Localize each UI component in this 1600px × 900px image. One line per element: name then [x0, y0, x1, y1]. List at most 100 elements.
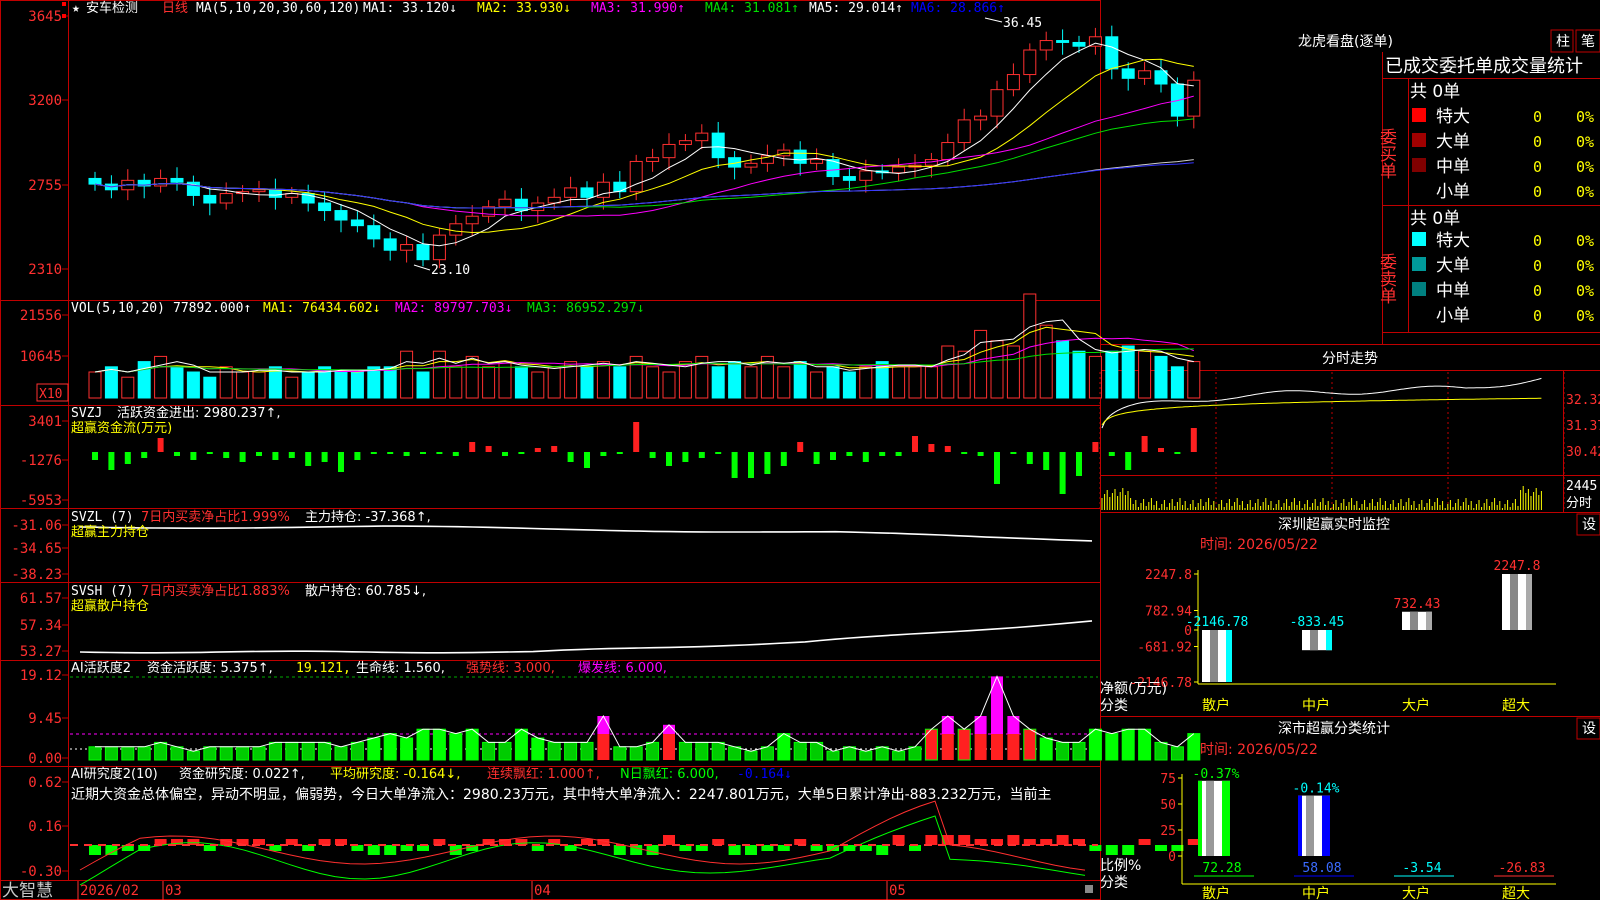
flow-bar	[436, 452, 443, 454]
classify-bar-shade	[1306, 795, 1314, 856]
volume-bar	[186, 371, 200, 399]
monitor-bar-edge	[1326, 630, 1332, 651]
classify-value-label: 72.28	[1202, 861, 1241, 876]
activity-bar	[1088, 728, 1102, 761]
volume-bar	[826, 366, 840, 399]
buy-row-name: 特大	[1436, 107, 1470, 127]
vol-unit: X10	[39, 387, 62, 402]
ai-active-label5: 爆发线: 6.000,	[578, 660, 667, 676]
research-bar	[1007, 835, 1020, 845]
flow-bar	[223, 452, 230, 458]
vol-ma1: MA1: 76434.602↓	[263, 301, 380, 316]
buy-row-count: 0	[1533, 108, 1542, 126]
svzj-subtitle: 超赢资金流(万元)	[71, 420, 172, 436]
sell-row-swatch	[1412, 232, 1426, 246]
stats-title: 已成交委托单成交量统计	[1385, 56, 1583, 77]
monitor-bar-edge	[1526, 574, 1532, 630]
volume-bar	[531, 371, 545, 399]
svzl-chart[interactable]	[79, 525, 1093, 542]
classify-top-label: -0.37%	[1193, 767, 1240, 782]
vol-ytick: 10645	[20, 349, 62, 365]
volume-bar	[990, 340, 1004, 399]
flow-bar	[452, 452, 459, 456]
activity-bar-burst	[1007, 716, 1020, 734]
activity-bar	[154, 741, 168, 761]
volume-bar	[514, 366, 528, 399]
candle-down	[580, 187, 594, 198]
vol-value: 77892.000↑	[173, 301, 251, 316]
ma10-line	[94, 58, 1194, 234]
date-label: 04	[534, 883, 551, 899]
classify-ytick: 0	[1168, 850, 1176, 865]
activity-bar	[318, 741, 332, 761]
volume-bar	[957, 350, 971, 399]
activity-bar	[416, 728, 430, 761]
candle-up	[465, 215, 479, 225]
flow-bar	[420, 452, 426, 454]
sell-row-count: 0	[1533, 282, 1542, 300]
ai-active-ytick: 9.45	[28, 711, 62, 727]
fenshi-chart[interactable]	[1099, 372, 1565, 510]
ai-research-summary: 近期大资金总体偏空，异动不明显，偏弱势，今日大单净流入：2980.23万元，其中…	[71, 786, 1052, 803]
candle-up	[629, 160, 643, 193]
flow-bar	[1174, 452, 1181, 454]
candle-up	[892, 166, 906, 174]
flow-bar	[764, 452, 771, 474]
flow-bar	[469, 442, 476, 452]
flow-bar	[1158, 448, 1164, 452]
ai-research-chart[interactable]	[70, 800, 1200, 886]
lock-icon[interactable]	[1085, 885, 1093, 893]
ai-active-chart[interactable]	[70, 675, 1201, 761]
flow-bar	[534, 448, 541, 452]
activity-bar	[531, 737, 545, 761]
activity-bar-burst	[597, 716, 610, 734]
flow-bar	[206, 452, 213, 454]
classify-bar-edge	[1222, 780, 1230, 856]
activity-bar	[859, 750, 873, 761]
classify-bar	[1198, 780, 1230, 856]
monitor-bar	[1302, 630, 1332, 651]
flow-bar	[1190, 428, 1197, 452]
candle-up	[957, 119, 971, 144]
candle-up	[252, 189, 266, 193]
vol-ma2: MA2: 89797.703↓	[395, 301, 512, 316]
research-bar	[958, 835, 971, 845]
candle-down	[88, 177, 102, 185]
monitor-bar	[1402, 611, 1432, 630]
favorite-star-icon[interactable]: ★	[72, 1, 80, 16]
classify-category: 超大	[1502, 886, 1530, 900]
activity-bar	[252, 746, 266, 761]
activity-bar	[367, 737, 381, 761]
activity-bar	[941, 734, 954, 760]
activity-bar	[646, 741, 660, 761]
ai-research-ytick: -0.30	[20, 864, 62, 880]
kline-ytick: 3645	[28, 9, 62, 25]
flow-bar	[846, 452, 853, 456]
candle-up	[695, 132, 709, 142]
candlestick-chart[interactable]	[88, 25, 1201, 269]
candle-down	[1170, 83, 1184, 117]
flow-bar	[370, 452, 377, 454]
volume-bar	[88, 371, 102, 399]
classify-category: 中户	[1302, 885, 1330, 900]
volume-bar	[285, 376, 299, 399]
period-label[interactable]: 日线	[162, 1, 188, 16]
classify-chart[interactable]: 75 50 25 0 -0.37% 72.28 散户 -0.14% 58.08 中户 -3.54 大户…	[1160, 767, 1556, 900]
sell-row-pct: 0%	[1576, 307, 1594, 325]
svsh-chart[interactable]	[79, 620, 1093, 654]
flow-bar	[682, 452, 689, 462]
svzj-chart[interactable]	[92, 422, 1197, 494]
sell-row-count: 0	[1533, 232, 1542, 250]
flow-bar	[1092, 442, 1099, 452]
classify-ytick: 25	[1160, 824, 1176, 839]
flow-bar	[338, 452, 344, 472]
research-bar	[367, 845, 380, 855]
research-bar	[646, 845, 659, 855]
research-bar	[613, 845, 626, 855]
classify-bar-edge	[1198, 780, 1202, 856]
monitor-chart[interactable]: 2247.8782.940-681.92-2146.78-2146.78散户-8…	[1129, 559, 1556, 714]
activity-bar	[1170, 746, 1184, 761]
svsh-ytick: 53.27	[20, 644, 62, 660]
activity-bar	[203, 746, 217, 761]
volume-bar	[1121, 345, 1135, 399]
